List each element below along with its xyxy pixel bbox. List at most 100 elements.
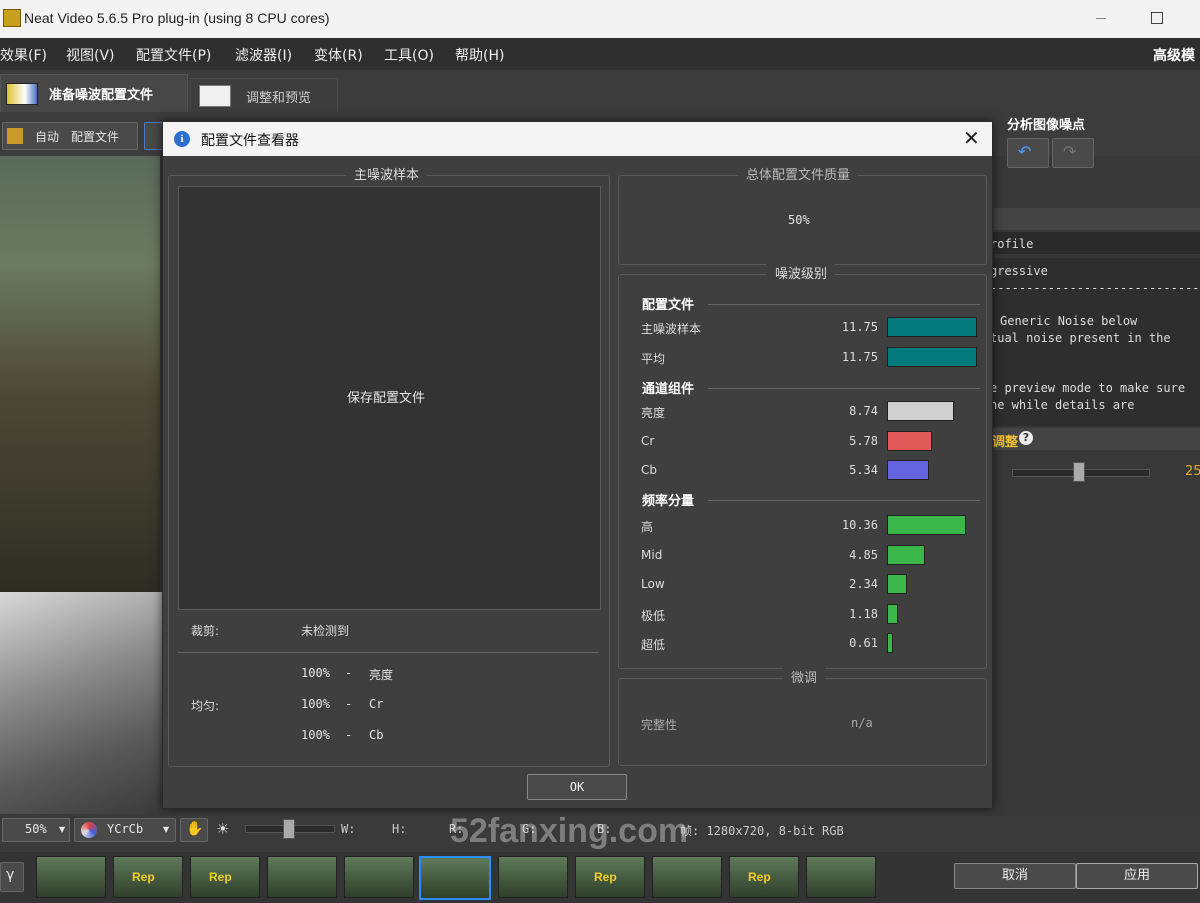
filmstrip-thumbnail[interactable]: Rep [729,856,799,898]
filmstrip-thumbnail[interactable] [36,856,106,898]
noise-level-title: 噪波级别 [767,263,836,282]
noise-row-label: 亮度 [641,406,666,420]
menu-view[interactable]: 视图(V) [66,45,115,65]
filmstrip-thumbnail[interactable] [806,856,876,898]
uniform-channel: 亮度 [369,668,394,682]
filmstrip-thumbnail[interactable] [498,856,568,898]
noise-level-bar [887,317,977,337]
auto-profile-button[interactable]: 自动 配置文件 [2,122,138,150]
completeness-value: n/a [851,716,873,730]
section-divider [708,304,980,305]
right-text-line-6: ne while details are [990,398,1135,412]
clip-label: 裁剪: [191,624,220,638]
strength-value: 25 [1185,464,1200,479]
tab-prepare-profile[interactable]: 准备噪波配置文件 [0,74,188,113]
tab-prepare-label: 准备噪波配置文件 [49,88,154,103]
filmstrip-thumbnail[interactable]: Rep [190,856,260,898]
noise-row-label: Low [641,577,665,591]
colorspace-select[interactable]: YCrCb ▼ [74,818,176,842]
filmstrip-thumbnail[interactable] [419,856,491,900]
cancel-button[interactable]: 取消 [954,863,1076,889]
menu-variant[interactable]: 变体(R) [314,45,363,65]
dialog-titlebar: i 配置文件查看器 ✕ [163,122,992,156]
filmstrip-thumbnail[interactable] [652,856,722,898]
uniform-channel: Cb [369,728,384,742]
noise-level-bar [887,346,977,367]
noise-row-value: 8.74 [849,404,878,418]
uniform-dash: - [345,697,353,711]
gamma-icon: γ [6,867,15,883]
rep-badge: Rep [132,870,155,884]
tab-adjust-label: 调整和预览 [246,91,312,106]
zoom-value: 50% [25,822,47,836]
uniform-dash: - [345,728,353,742]
noise-row-value: 1.18 [849,606,878,621]
profile-section-title: 配置文件 [642,298,695,313]
noise-row-label: Cr [641,433,655,448]
colorspace-value: YCrCb [107,822,144,836]
gamma-button[interactable]: γ [0,862,24,892]
noise-row-label: Mid [641,547,663,562]
section-divider [708,500,980,501]
filmstrip-thumbnail[interactable] [344,856,414,898]
noise-row-value: 10.36 [841,518,878,532]
hand-icon: ✋ [186,821,204,837]
right-text-line-2: -------------------------------- [990,281,1200,295]
right-panel [990,156,1200,816]
minimize-icon[interactable] [1096,18,1106,19]
noise-sample-title: 主噪波样本 [346,164,428,183]
noise-level-bar [887,460,929,480]
undo-button[interactable]: ↶ [1007,138,1049,168]
noise-level-bar [887,544,925,565]
menu-tools[interactable]: 工具(O) [384,45,434,65]
menu-bar: 效果(F) 视图(V) 配置文件(P) 滤波器(I) 变体(R) 工具(O) 帮… [0,38,1200,70]
close-icon[interactable]: ✕ [963,126,980,150]
completeness-label: 完整性 [641,718,678,732]
profile-viewer-dialog: i 配置文件查看器 ✕ 主噪波样本 保存配置文件 裁剪: 未检测到 均匀: 10… [162,121,993,809]
noise-row-value: 5.78 [849,433,878,448]
watermark: 52fanxing.com [450,812,689,850]
status-w: W: [341,822,356,836]
colorspace-icon [81,822,97,838]
brightness-slider-handle[interactable] [283,819,295,839]
select-tool-button[interactable] [144,122,164,150]
dialog-title: 配置文件查看器 [201,133,299,149]
zoom-select[interactable]: 50% ▼ [2,818,70,842]
uniform-channel: Cr [369,697,384,711]
filmstrip-thumbnail[interactable]: Rep [575,856,645,898]
frame-info: 帧: 1280x720, 8-bit RGB [680,824,844,838]
ok-button[interactable]: OK [527,774,627,800]
video-preview-image-bottom [0,592,162,814]
right-text-line-1: gressive [990,264,1048,278]
hand-tool-button[interactable]: ✋ [180,818,208,842]
filmstrip-thumbnail[interactable]: Rep [113,856,183,898]
chevron-down-icon: ▼ [163,825,170,834]
section-divider [708,388,980,389]
menu-profile[interactable]: 配置文件(P) [136,45,211,65]
tune-title: 微调 [783,667,826,686]
noise-level-bar [887,633,893,653]
menu-advanced-mode[interactable]: 高级模 [1153,45,1195,65]
noise-row-value: 0.61 [849,636,878,650]
menu-filter[interactable]: 滤波器(I) [235,45,292,65]
noise-level-bar [887,401,954,421]
window-title: Neat Video 5.6.5 Pro plug-in (using 8 CP… [24,10,330,26]
quality-title: 总体配置文件质量 [738,164,859,183]
analyze-noise-title: 分析图像噪点 [1007,118,1086,133]
brightness-icon: ☀ [216,820,230,838]
status-h: H: [392,822,407,836]
menu-help[interactable]: 帮助(H) [455,45,504,65]
filmstrip-thumbnail[interactable] [267,856,337,898]
apply-button[interactable]: 应用 [1076,863,1198,889]
noise-row-value: 11.75 [841,320,878,334]
chevron-down-icon: ▼ [59,825,66,834]
maximize-icon[interactable] [1151,12,1163,24]
help-icon[interactable]: ? [1019,431,1033,445]
window-titlebar: Neat Video 5.6.5 Pro plug-in (using 8 CP… [0,0,1200,38]
menu-effects[interactable]: 效果(F) [0,45,47,65]
redo-button[interactable]: ↷ [1052,138,1094,168]
noise-level-bar [887,574,907,594]
info-icon: i [174,131,190,147]
tab-adjust-preview[interactable]: 调整和预览 [190,78,338,114]
strength-slider-handle[interactable] [1073,462,1085,482]
